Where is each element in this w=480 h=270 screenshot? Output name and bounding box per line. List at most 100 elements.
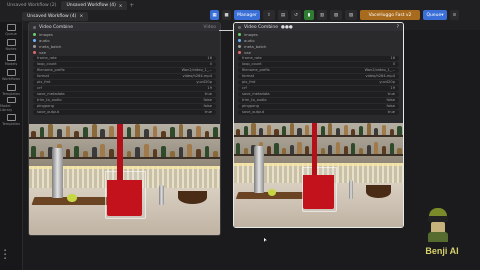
image-icon[interactable]: ▨ [345, 10, 357, 20]
widget-value: video/h264-mp4 [182, 74, 212, 79]
close-icon[interactable]: × [119, 3, 122, 8]
node-header[interactable]: Video Combine Video [29, 23, 220, 31]
sidebar-item-2[interactable]: Models [0, 52, 22, 67]
widget-name: trim_to_audio [37, 98, 62, 103]
widget-name: format [37, 74, 49, 79]
bottle [152, 148, 158, 158]
widget-crf[interactable]: crf 19 [33, 85, 216, 91]
bottle [397, 126, 402, 136]
widget-pingpong[interactable]: pingpong false [33, 103, 216, 109]
close-icon[interactable]: × [79, 14, 83, 19]
sidebar-item-label: Workflows [2, 76, 20, 81]
jigger [348, 180, 354, 199]
widget-loop-count[interactable]: loop_count 0 [33, 61, 216, 67]
sidebar-item-4[interactable]: Templates [0, 82, 22, 97]
widget-pix-fmt[interactable]: pix_fmt yuv420p [33, 79, 216, 85]
tab-workflow-4[interactable]: Unsaved Workflow (4) × [61, 0, 128, 10]
stop-button[interactable]: ■ [222, 10, 231, 20]
sidebar-item-3[interactable]: Workflows [0, 67, 22, 82]
widget-filename-prefix[interactable]: filename_prefix Wan2/video_1_... [33, 67, 216, 73]
widget-format[interactable]: format video/h264-mp4 [33, 73, 216, 79]
widget-frame-rate[interactable]: frame_rate 16 [33, 55, 216, 61]
bottle [74, 130, 80, 138]
bottle [266, 124, 271, 136]
workflow-tab[interactable]: Unsaved Workflow (4) × [22, 11, 89, 21]
video-combine-node-right[interactable]: Video Combine ●●● ? images audio meta_batc… [233, 22, 404, 228]
drink [303, 175, 334, 210]
shaker [254, 145, 265, 193]
widget-save-metadata[interactable]: save_metadata true [238, 91, 399, 97]
bottle [351, 129, 356, 136]
bottle [274, 129, 279, 136]
tab-workflow-2[interactable]: Unsaved Workflow (2) [2, 1, 61, 10]
bottle [74, 145, 80, 158]
widget-crf[interactable]: crf 19 [238, 85, 399, 91]
bottle [65, 148, 71, 158]
bottle [366, 123, 371, 136]
sidebar-item-6[interactable]: Templates [0, 112, 22, 127]
bottle [305, 124, 310, 136]
sidebar-item-5[interactable]: Model Library [0, 97, 22, 112]
bottle [195, 148, 201, 158]
widget-save-output[interactable]: save_output true [238, 109, 399, 115]
sidebar-item-1[interactable]: Nodes [0, 37, 22, 52]
widget-name: pingpong [242, 104, 259, 109]
widget-pix-fmt[interactable]: pix_fmt yuv420p [238, 79, 399, 85]
widget-save-metadata[interactable]: save_metadata true [33, 91, 216, 97]
node-header[interactable]: Video Combine ●●● ? [234, 23, 403, 31]
layout-button[interactable]: ▤ [278, 10, 288, 20]
video-combine-node-left[interactable]: Video Combine Video images audio meta_batc… [28, 22, 221, 236]
shelf [234, 135, 403, 138]
manager-button[interactable]: Manager [234, 10, 260, 20]
slot-dot[interactable] [33, 32, 36, 36]
sidebar-item-0[interactable]: Queue [0, 22, 22, 37]
reset-button[interactable]: ↺ [291, 10, 301, 20]
bottle [389, 143, 394, 155]
widget-frame-rate[interactable]: frame_rate 16 [238, 55, 399, 61]
widget-filename-prefix[interactable]: filename_prefix Wan2/video_1_... [238, 67, 399, 73]
menu-icon[interactable]: ≡ [450, 10, 459, 20]
widget-value: 19 [207, 86, 212, 91]
widget-pingpong[interactable]: pingpong false [238, 103, 399, 109]
share-button[interactable]: ⇪ [263, 10, 275, 20]
drink [107, 179, 142, 217]
memory-icon[interactable]: ▧ [330, 10, 342, 20]
widget-value: 16 [207, 56, 212, 61]
bottle [236, 143, 241, 155]
canvas-mode-button[interactable]: ▦ [210, 10, 219, 20]
widget-format[interactable]: format video/h264-mp4 [238, 73, 399, 79]
slot-dot[interactable] [33, 44, 36, 48]
new-tab-button[interactable]: + [129, 2, 134, 9]
widget-trim-to-audio[interactable]: trim_to_audio false [33, 97, 216, 103]
model-selector[interactable]: VaceHuggo Fast v2 [360, 10, 420, 20]
bottle [126, 150, 132, 158]
widget-value: yuv420p [196, 80, 212, 85]
bottle [39, 150, 45, 158]
node-title: Video Combine [39, 24, 74, 30]
shelf [29, 137, 220, 140]
widget-trim-to-audio[interactable]: trim_to_audio false [238, 97, 399, 103]
input-slot[interactable]: vae [29, 49, 220, 55]
node-badge: Video [203, 24, 216, 30]
widget-loop-count[interactable]: loop_count 0 [238, 61, 399, 67]
slot-dot[interactable] [238, 44, 241, 48]
status-dot [33, 25, 36, 29]
queue-button[interactable]: Queue ▾ [423, 10, 447, 20]
slot-dot[interactable] [33, 50, 36, 54]
widget-save-output[interactable]: save_output true [33, 109, 216, 115]
bottle [126, 127, 132, 138]
help-icon[interactable]: ? [397, 25, 399, 30]
widget-value: true [387, 92, 395, 97]
input-label: meta_batch [244, 43, 267, 49]
gpu-monitor-icon[interactable]: ▮ [304, 10, 314, 20]
slot-dot[interactable] [238, 38, 241, 42]
bottle [343, 124, 348, 136]
monitor-icon[interactable]: ▥ [317, 10, 327, 20]
bottle [358, 147, 364, 155]
input-slot[interactable]: vae [234, 49, 403, 55]
slot-dot[interactable] [33, 38, 36, 42]
bottle [289, 144, 294, 155]
slot-dot[interactable] [238, 32, 241, 36]
bottle [343, 146, 348, 155]
slot-dot[interactable] [238, 50, 241, 54]
